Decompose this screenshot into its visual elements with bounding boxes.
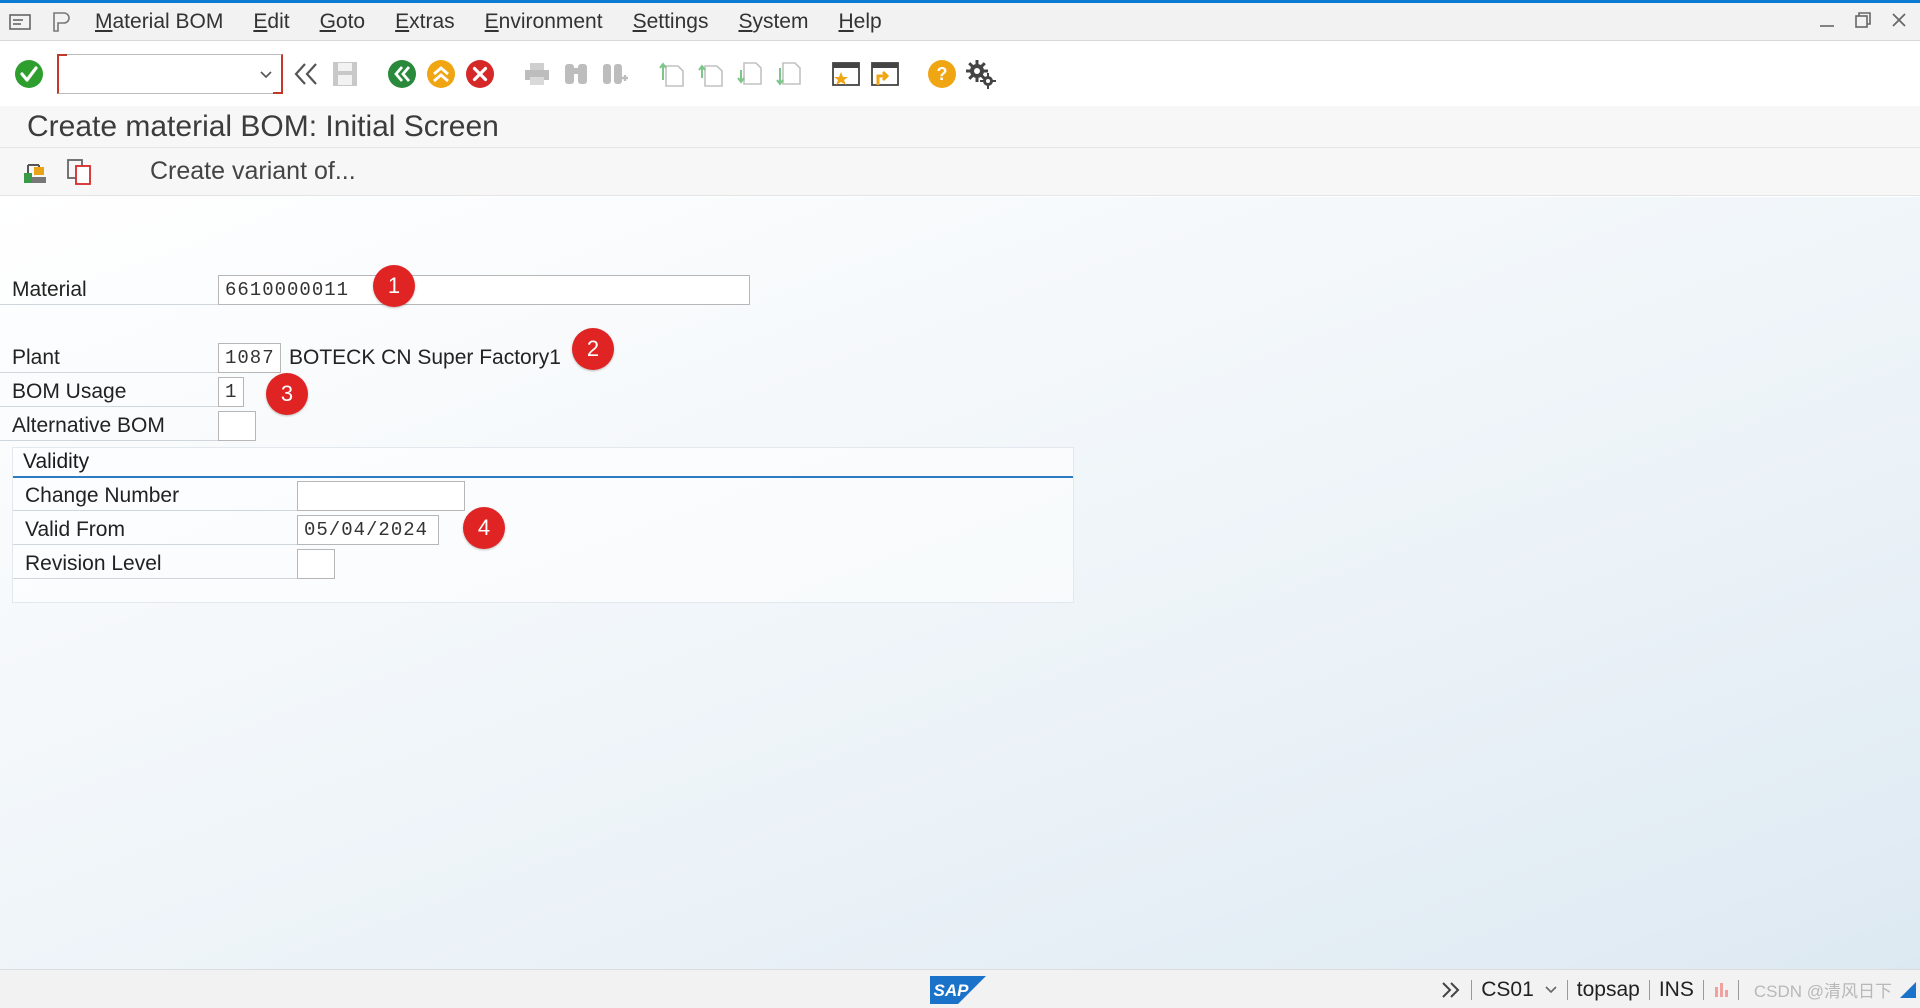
first-page-icon[interactable] bbox=[655, 57, 689, 91]
material-input[interactable]: 6610000011 bbox=[218, 275, 750, 305]
alternative-bom-row: Alternative BOM bbox=[0, 411, 256, 441]
system-name: topsap bbox=[1576, 977, 1640, 1001]
valid-from-label: Valid From bbox=[13, 515, 297, 545]
menu-environment[interactable]: Environment bbox=[470, 10, 618, 34]
help-icon[interactable]: ? bbox=[925, 57, 959, 91]
restore-icon[interactable] bbox=[1852, 9, 1874, 31]
application-toolbar: Create variant of... bbox=[0, 148, 1920, 196]
save-icon[interactable] bbox=[328, 57, 362, 91]
input-mode[interactable]: INS bbox=[1659, 978, 1694, 1002]
enter-check-icon[interactable] bbox=[12, 57, 46, 91]
exit-icon[interactable] bbox=[424, 57, 458, 91]
sap-logo-text: SAP bbox=[934, 981, 970, 1000]
material-label: Material bbox=[0, 275, 218, 305]
user-menu-icon[interactable] bbox=[40, 3, 80, 41]
annotation-badge-2: 2 bbox=[572, 328, 614, 370]
bom-usage-input[interactable]: 1 bbox=[218, 377, 244, 407]
last-page-icon[interactable] bbox=[772, 57, 806, 91]
watermark-text: CSDN @清风日下 bbox=[1753, 982, 1892, 1001]
menu-system[interactable]: System bbox=[723, 10, 823, 34]
session-chevron-down-icon[interactable] bbox=[1544, 985, 1558, 995]
chevron-down-icon[interactable] bbox=[259, 70, 273, 80]
validity-group: Validity Change Number Valid From 05/04/… bbox=[12, 447, 1074, 603]
menu-material-bom[interactable]: Material BOM bbox=[80, 10, 238, 34]
resize-grip-icon[interactable] bbox=[1900, 981, 1916, 998]
previous-page-icon[interactable] bbox=[694, 57, 728, 91]
minimize-icon[interactable] bbox=[1816, 9, 1838, 31]
find-icon[interactable] bbox=[559, 57, 593, 91]
plant-description: BOTECK CN Super Factory1 bbox=[289, 346, 561, 369]
copy-from-icon[interactable] bbox=[62, 155, 96, 189]
menu-settings[interactable]: Settings bbox=[618, 10, 724, 34]
annotation-badge-4: 4 bbox=[463, 507, 505, 549]
valid-from-row: Valid From 05/04/2024 bbox=[13, 515, 439, 545]
system-menu-icon[interactable] bbox=[0, 3, 40, 41]
find-next-icon[interactable] bbox=[598, 57, 632, 91]
valid-from-input[interactable]: 05/04/2024 bbox=[297, 515, 439, 545]
hierarchy-icon[interactable] bbox=[18, 155, 52, 189]
screen-content: Material 6610000011 1 Plant 1087 BOTECK … bbox=[0, 197, 1920, 969]
transaction-code: CS01 bbox=[1481, 977, 1534, 1001]
create-session-icon[interactable] bbox=[829, 57, 863, 91]
screen-title-bar: Create material BOM: Initial Screen bbox=[0, 106, 1920, 148]
double-chevron-left-icon[interactable] bbox=[289, 57, 323, 91]
standard-toolbar: ? bbox=[0, 42, 1920, 106]
alternative-bom-input[interactable] bbox=[218, 411, 256, 441]
menu-edit[interactable]: Edit bbox=[238, 10, 304, 34]
alternative-bom-label: Alternative BOM bbox=[0, 411, 218, 441]
print-icon[interactable] bbox=[520, 57, 554, 91]
revision-level-label: Revision Level bbox=[13, 549, 297, 579]
revision-level-row: Revision Level bbox=[13, 549, 335, 579]
bom-usage-label: BOM Usage bbox=[0, 377, 218, 407]
change-number-row: Change Number bbox=[13, 481, 465, 511]
validity-group-title: Validity bbox=[13, 448, 1073, 478]
change-number-input[interactable] bbox=[297, 481, 465, 511]
close-icon[interactable] bbox=[1888, 9, 1910, 31]
svg-text:?: ? bbox=[937, 64, 948, 84]
shortcut-icon[interactable] bbox=[868, 57, 902, 91]
annotation-badge-1: 1 bbox=[373, 265, 415, 307]
cancel-icon[interactable] bbox=[463, 57, 497, 91]
bom-usage-row: BOM Usage 1 bbox=[0, 377, 244, 407]
plant-row: Plant 1087 BOTECK CN Super Factory1 bbox=[0, 343, 561, 373]
next-page-icon[interactable] bbox=[733, 57, 767, 91]
menu-help[interactable]: Help bbox=[823, 10, 896, 34]
customize-layout-gear-icon[interactable] bbox=[964, 57, 998, 91]
menu-bar: Material BOM Edit Goto Extras Environmen… bbox=[0, 3, 1920, 41]
status-expand-icon[interactable] bbox=[1440, 980, 1462, 1000]
back-icon[interactable] bbox=[385, 57, 419, 91]
create-variant-button[interactable]: Create variant of... bbox=[150, 157, 356, 186]
menu-extras[interactable]: Extras bbox=[380, 10, 470, 34]
plant-input[interactable]: 1087 bbox=[218, 343, 281, 373]
connection-status-icon bbox=[1713, 981, 1729, 999]
revision-level-input[interactable] bbox=[297, 549, 335, 579]
sap-logo: SAP bbox=[930, 976, 986, 1008]
page-title: Create material BOM: Initial Screen bbox=[27, 109, 499, 143]
menu-goto[interactable]: Goto bbox=[305, 10, 381, 34]
status-bar: SAP CS01 topsap INS CSDN @清风日下 bbox=[0, 969, 1920, 1008]
plant-label: Plant bbox=[0, 343, 218, 373]
annotation-badge-3: 3 bbox=[266, 373, 308, 415]
status-info: CS01 topsap INS CSDN @清风日下 bbox=[1440, 970, 1920, 1008]
change-number-label: Change Number bbox=[13, 481, 297, 511]
command-field[interactable] bbox=[57, 54, 283, 94]
